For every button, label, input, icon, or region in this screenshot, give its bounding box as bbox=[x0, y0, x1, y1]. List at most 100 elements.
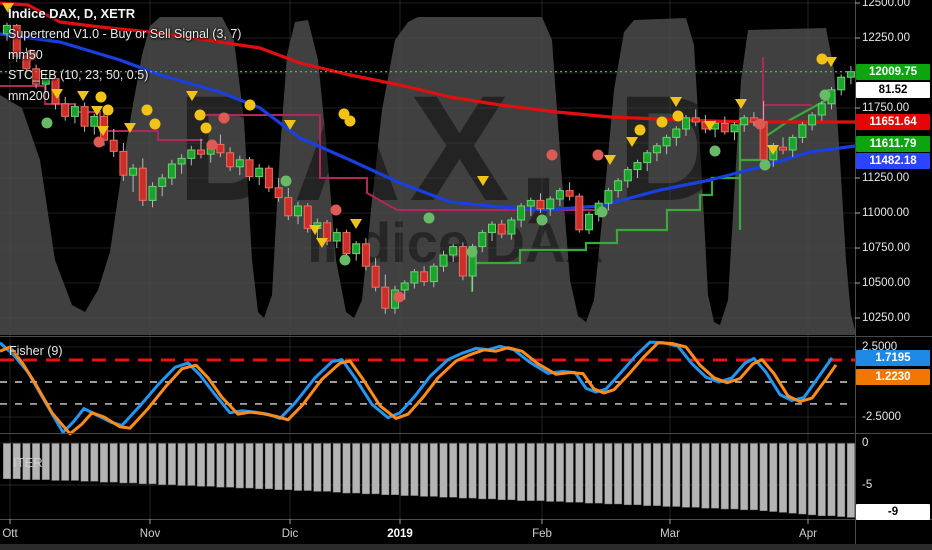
candle-body bbox=[235, 159, 244, 168]
candle-body bbox=[604, 190, 613, 204]
filter-bar bbox=[817, 443, 826, 516]
indicator-supertrend-label[interactable]: Supertrend V1.0 - Buy or Sell Signal (3,… bbox=[8, 24, 241, 45]
filter-bar bbox=[323, 443, 332, 492]
candle-body bbox=[691, 117, 700, 123]
filter-bar bbox=[158, 443, 167, 485]
price-tick-label: 11750.00 bbox=[862, 102, 910, 114]
filter-bar bbox=[517, 443, 526, 501]
candle-body bbox=[245, 159, 254, 178]
red-dot-signal bbox=[93, 136, 105, 148]
price-tick-label: 10750.00 bbox=[862, 242, 910, 254]
indicator-mm50-label[interactable]: mm50 bbox=[8, 45, 241, 66]
red-dot-signal bbox=[592, 149, 604, 161]
candle-body bbox=[720, 122, 729, 133]
filter-bar bbox=[672, 443, 681, 507]
candle-body bbox=[730, 124, 739, 133]
filter-bar bbox=[119, 443, 128, 484]
candle bbox=[80, 102, 89, 132]
filter-bar bbox=[226, 443, 235, 488]
candle-body bbox=[361, 243, 370, 267]
month-label[interactable]: Nov bbox=[140, 528, 160, 540]
candle-body bbox=[623, 169, 632, 182]
candle-body bbox=[817, 103, 826, 116]
month-label[interactable]: Ott bbox=[2, 528, 17, 540]
candle bbox=[458, 242, 467, 281]
fisher-value-badge: 1.2230 bbox=[856, 369, 930, 385]
red-dot-signal bbox=[206, 139, 218, 151]
filter-bar bbox=[80, 443, 89, 482]
candle-body bbox=[70, 106, 79, 117]
filter-bar bbox=[342, 443, 351, 494]
filter-bar bbox=[497, 443, 506, 501]
month-label[interactable]: Feb bbox=[532, 528, 552, 540]
candle-body bbox=[284, 197, 293, 217]
candle bbox=[837, 74, 846, 96]
candle bbox=[575, 193, 584, 233]
candle-body bbox=[497, 223, 506, 235]
filter-bar bbox=[740, 443, 749, 511]
candle-body bbox=[555, 190, 564, 200]
filter-indicator-label[interactable]: ITER bbox=[13, 455, 43, 470]
filter-bar bbox=[633, 443, 642, 506]
yellow-dot-signal bbox=[672, 110, 684, 122]
price-badge: 81.52 bbox=[856, 82, 930, 98]
filter-bar bbox=[827, 443, 836, 516]
yellow-dot-signal bbox=[244, 99, 256, 111]
month-label[interactable]: Mar bbox=[660, 528, 680, 540]
filter-bar bbox=[779, 443, 787, 513]
filter-bar bbox=[138, 443, 147, 485]
candle-body bbox=[381, 286, 390, 309]
indicator-mm200-label[interactable]: mm200 bbox=[8, 86, 241, 107]
candle-body bbox=[119, 150, 128, 176]
green-dot-signal bbox=[423, 212, 435, 224]
bottom-scrollbar[interactable] bbox=[0, 544, 932, 550]
filter-bar bbox=[526, 443, 535, 501]
filter-bar bbox=[623, 443, 632, 506]
red-dot-signal bbox=[393, 291, 405, 303]
filter-bar bbox=[439, 443, 448, 498]
candle-body bbox=[662, 136, 671, 147]
filter-bar bbox=[788, 443, 797, 514]
price-badge: 11482.18 bbox=[856, 153, 930, 169]
candle-body bbox=[109, 139, 118, 152]
filter-bar bbox=[400, 443, 409, 496]
month-label[interactable]: Apr bbox=[799, 528, 817, 540]
filter-bar bbox=[711, 443, 720, 509]
filter-bar bbox=[109, 443, 118, 483]
month-label[interactable]: 2019 bbox=[387, 528, 413, 540]
candle-body bbox=[740, 117, 749, 126]
candle-body bbox=[585, 213, 593, 231]
candle-body bbox=[517, 205, 526, 221]
filter-bar bbox=[458, 443, 467, 499]
indicator-stc-label[interactable]: STC_EB (10, 23, 50, 0.5) bbox=[8, 65, 241, 86]
filter-bar bbox=[575, 443, 584, 503]
filter-bar bbox=[41, 443, 50, 480]
candle-body bbox=[546, 198, 555, 210]
fisher-indicator-label[interactable]: Fisher (9) bbox=[9, 344, 62, 358]
filter-bar bbox=[245, 443, 254, 489]
green-dot-signal bbox=[536, 214, 548, 226]
candle-body bbox=[536, 199, 545, 210]
month-label[interactable]: Dic bbox=[282, 528, 299, 540]
filter-bar bbox=[410, 443, 419, 496]
yellow-dot-signal bbox=[200, 122, 212, 134]
filter-bar bbox=[177, 443, 186, 486]
candle-body bbox=[80, 106, 89, 127]
filter-bar bbox=[769, 443, 778, 512]
candle-body bbox=[643, 152, 652, 164]
filter-bar bbox=[3, 443, 11, 480]
green-dot-signal bbox=[819, 89, 831, 101]
candle-body bbox=[507, 219, 516, 235]
candle-body bbox=[575, 195, 584, 231]
symbol-title[interactable]: Indice DAX, D, XETR bbox=[8, 3, 241, 24]
filter-bar bbox=[555, 443, 564, 502]
red-dot-signal bbox=[546, 149, 558, 161]
filter-bar bbox=[749, 443, 758, 511]
candle-body bbox=[400, 282, 409, 291]
candle-body bbox=[148, 185, 157, 201]
filter-bar bbox=[391, 443, 399, 495]
candle bbox=[109, 128, 118, 157]
green-dot-signal bbox=[339, 254, 351, 266]
filter-bar bbox=[197, 443, 205, 487]
yellow-dot-signal bbox=[149, 118, 161, 130]
